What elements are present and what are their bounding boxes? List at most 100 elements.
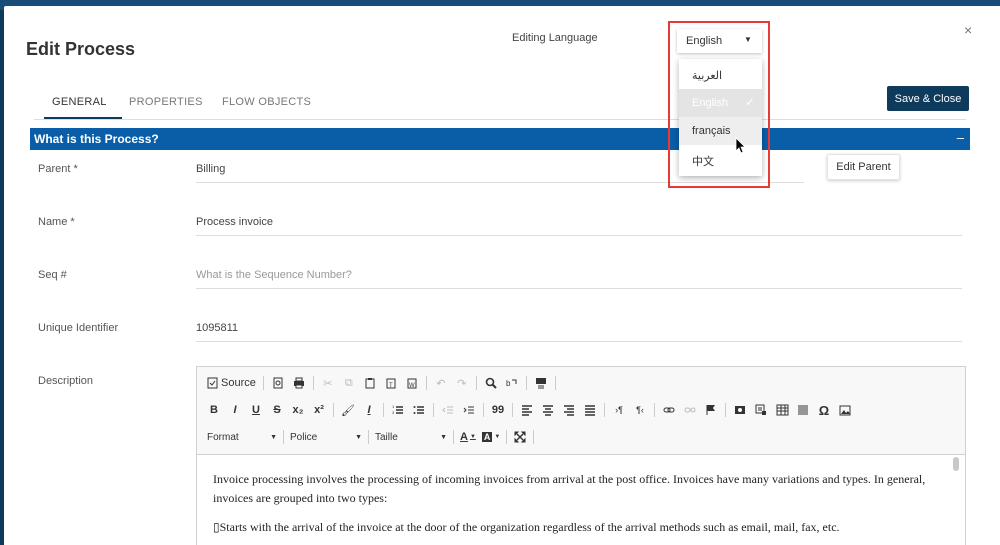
chevron-down-icon: ▼ [494, 434, 501, 440]
table-icon[interactable] [775, 402, 789, 418]
tab-properties[interactable]: PROPERTIES [129, 96, 203, 108]
editing-language-label: Editing Language [512, 32, 598, 44]
align-center-icon[interactable] [541, 402, 555, 418]
unlink-icon[interactable] [683, 402, 697, 418]
toolbar-row-3: Format ▼ Police ▼ Taille ▼ A ▼ A ▼ [207, 427, 535, 447]
seq-label: Seq # [38, 269, 67, 281]
chevron-down-icon: ▼ [270, 433, 277, 441]
close-icon[interactable]: × [964, 22, 972, 38]
background-color-button[interactable]: A ▼ [481, 429, 501, 445]
superscript-button[interactable]: x² [312, 402, 326, 418]
toolbar-separator [262, 376, 264, 390]
toolbar-separator [554, 376, 556, 390]
svg-text:b: b [506, 379, 511, 388]
toolbar-separator [475, 376, 477, 390]
chevron-down-icon: ▼ [469, 434, 476, 440]
link-icon[interactable] [662, 402, 676, 418]
image-icon[interactable] [838, 402, 852, 418]
edit-parent-button[interactable]: Edit Parent [827, 154, 900, 180]
outdent-icon[interactable] [441, 402, 455, 418]
text-color-label: A [460, 431, 468, 443]
blockquote-icon[interactable]: 99 [491, 402, 505, 418]
numbered-list-icon[interactable]: 13 [391, 402, 405, 418]
tab-bar: GENERAL PROPERTIES FLOW OBJECTS [34, 90, 966, 120]
align-right-icon[interactable] [562, 402, 576, 418]
print-icon[interactable] [292, 375, 306, 391]
paste-text-icon[interactable]: T [384, 375, 398, 391]
section-header[interactable]: What is this Process? – [30, 128, 970, 150]
toolbar-separator [283, 430, 284, 444]
size-dropdown[interactable]: Taille ▼ [375, 429, 447, 445]
editor-content-area[interactable]: Invoice processing involves the processi… [197, 455, 965, 545]
horizontal-rule-icon[interactable] [796, 402, 810, 418]
rtl-icon[interactable]: ¶‹ [633, 402, 647, 418]
undo-icon[interactable]: ↶ [434, 375, 448, 391]
toolbar-separator [312, 376, 314, 390]
preview-icon[interactable] [271, 375, 285, 391]
tab-flow-objects[interactable]: FLOW OBJECTS [222, 96, 311, 108]
name-underline [196, 235, 962, 236]
anchor-flag-icon[interactable] [704, 402, 718, 418]
find-icon[interactable] [484, 375, 498, 391]
bold-button[interactable]: B [207, 402, 221, 418]
maximize-icon[interactable] [513, 429, 527, 445]
format-dropdown[interactable]: Format ▼ [207, 429, 277, 445]
toolbar-row-1: Source ✂ ⧉ T W ↶ ↷ b [207, 373, 556, 393]
unique-identifier-underline [196, 341, 962, 342]
indent-icon[interactable] [462, 402, 476, 418]
replace-icon[interactable]: b [505, 375, 519, 391]
subscript-button[interactable]: x₂ [291, 402, 305, 418]
rich-text-editor: Source ✂ ⧉ T W ↶ ↷ b B I U S x₂ x² 🖌 I 1… [196, 366, 966, 545]
paste-word-icon[interactable]: W [405, 375, 419, 391]
unique-identifier-field[interactable]: 1095811 [196, 322, 238, 334]
font-dropdown[interactable]: Police ▼ [290, 429, 362, 445]
name-field[interactable]: Process invoice [196, 216, 273, 228]
seq-underline [196, 288, 962, 289]
source-button[interactable]: Source [207, 375, 256, 391]
toolbar-separator [604, 403, 605, 417]
seq-field[interactable]: What is the Sequence Number? [196, 269, 352, 281]
ltr-icon[interactable]: ›¶ [612, 402, 626, 418]
tab-general[interactable]: GENERAL [52, 96, 107, 108]
description-paragraph-2: ▯Starts with the arrival of the invoice … [213, 518, 943, 537]
format-label: Format [207, 431, 239, 443]
copy-format-icon[interactable]: 🖌 [341, 402, 355, 418]
toolbar-separator [383, 403, 384, 417]
underline-button[interactable]: U [249, 402, 263, 418]
chevron-down-icon: ▼ [440, 433, 447, 441]
source-label: Source [221, 377, 256, 389]
text-color-button[interactable]: A ▼ [460, 429, 476, 445]
toolbar-separator [525, 376, 527, 390]
spellcheck-icon[interactable] [534, 375, 548, 391]
align-left-icon[interactable] [520, 402, 534, 418]
svg-text:1: 1 [392, 404, 395, 409]
unique-identifier-label: Unique Identifier [38, 322, 119, 334]
special-char-icon[interactable]: Ω [817, 402, 831, 418]
redo-icon[interactable]: ↷ [455, 375, 469, 391]
parent-field[interactable]: Billing [196, 163, 225, 175]
toolbar-separator [333, 403, 334, 417]
toolbar-separator [512, 403, 513, 417]
collapse-icon[interactable]: – [957, 130, 964, 145]
description-label: Description [38, 375, 94, 387]
toolbar-separator [654, 403, 655, 417]
copy-icon[interactable]: ⧉ [342, 375, 356, 391]
bg-color-label: A [481, 432, 493, 442]
image-gallery-icon[interactable] [733, 402, 747, 418]
editor-scrollbar[interactable] [953, 457, 959, 471]
template-icon[interactable] [754, 402, 768, 418]
strikethrough-button[interactable]: S [270, 402, 284, 418]
bullet-glyph: ▯ [213, 520, 220, 534]
italic-button[interactable]: I [228, 402, 242, 418]
parent-label: Parent * [38, 163, 78, 175]
save-close-button[interactable]: Save & Close [887, 86, 969, 111]
remove-format-icon[interactable]: I [362, 402, 376, 418]
cut-icon[interactable]: ✂ [321, 375, 335, 391]
paste-icon[interactable] [363, 375, 377, 391]
toolbar-separator [425, 376, 427, 390]
editor-toolbar: Source ✂ ⧉ T W ↶ ↷ b B I U S x₂ x² 🖌 I 1… [197, 367, 965, 455]
justify-icon[interactable] [583, 402, 597, 418]
chevron-down-icon: ▼ [355, 433, 362, 441]
description-paragraph-1: Invoice processing involves the processi… [213, 472, 926, 505]
bulleted-list-icon[interactable] [412, 402, 426, 418]
